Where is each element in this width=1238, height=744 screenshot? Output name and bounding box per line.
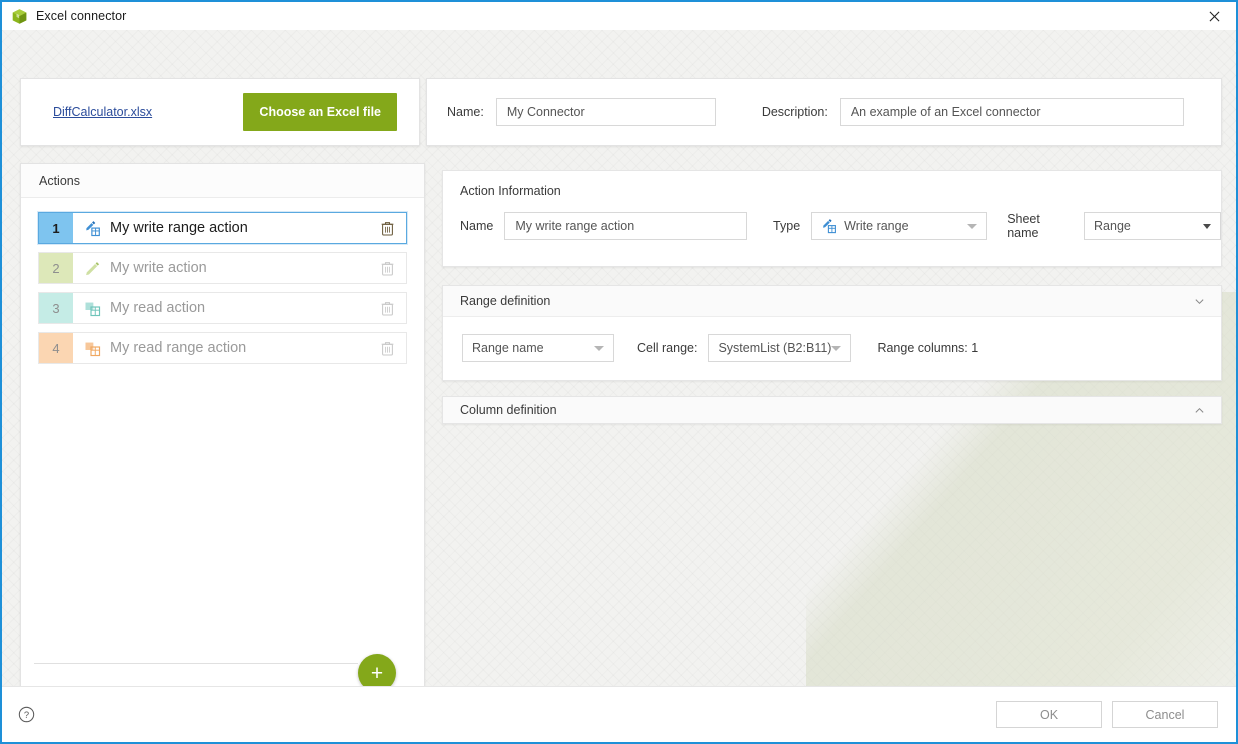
action-information-fields: Name Type Write range Sheet name Range bbox=[460, 212, 1221, 240]
close-glyph bbox=[1209, 11, 1219, 22]
cell-range-label: Cell range: bbox=[637, 341, 698, 355]
chevron-down-icon bbox=[1203, 223, 1211, 229]
cancel-button[interactable]: Cancel bbox=[1112, 701, 1218, 728]
svg-text:?: ? bbox=[24, 710, 29, 721]
action-index-badge: 3 bbox=[39, 293, 73, 323]
delete-icon[interactable] bbox=[381, 261, 394, 276]
cell-range-dropdown[interactable]: SystemList (B2:B11) bbox=[708, 334, 852, 362]
action-list-item[interactable]: 4 My read range action bbox=[38, 332, 407, 364]
range-definition-panel: Range definition Range name Cell range: … bbox=[442, 285, 1222, 381]
action-index-badge: 2 bbox=[39, 253, 73, 283]
actions-list: 1 My write range action 2 My write action 3 M… bbox=[21, 198, 424, 364]
actions-panel-header: Actions bbox=[21, 164, 424, 198]
actions-list-divider bbox=[34, 663, 358, 664]
action-item-label: My read action bbox=[110, 300, 206, 316]
action-item-label: My write action bbox=[110, 260, 207, 276]
sheet-name-label: Sheet name bbox=[1007, 212, 1040, 240]
range-columns-text: Range columns: 1 bbox=[877, 341, 979, 355]
connector-name-input[interactable] bbox=[495, 98, 716, 126]
close-icon[interactable] bbox=[1192, 2, 1236, 31]
action-list-item[interactable]: 2 My write action bbox=[38, 252, 407, 284]
ok-button[interactable]: OK bbox=[996, 701, 1102, 728]
action-name-input[interactable] bbox=[504, 212, 748, 240]
action-type-dropdown[interactable]: Write range bbox=[811, 212, 988, 240]
dialog-footer: ? OK Cancel bbox=[2, 686, 1236, 742]
chevron-down-icon[interactable] bbox=[1194, 296, 1205, 307]
column-definition-title: Column definition bbox=[460, 403, 557, 417]
sheet-name-dropdown[interactable]: Range bbox=[1084, 212, 1221, 240]
action-index-badge: 1 bbox=[39, 213, 73, 243]
choose-excel-file-button[interactable]: Choose an Excel file bbox=[243, 93, 397, 131]
action-list-item[interactable]: 1 My write range action bbox=[38, 212, 407, 244]
write-range-icon bbox=[86, 220, 100, 236]
action-type-value: Write range bbox=[844, 219, 909, 233]
action-information-panel: Action Information Name Type Write range… bbox=[442, 170, 1222, 267]
actions-panel: Actions 1 My write range action 2 My write … bbox=[20, 163, 425, 711]
column-definition-header[interactable]: Column definition bbox=[443, 397, 1221, 423]
excel-cube-icon bbox=[12, 8, 27, 24]
connector-name-label: Name: bbox=[447, 105, 484, 119]
window-title: Excel connector bbox=[36, 9, 127, 23]
range-definition-fields: Range name Cell range: SystemList (B2:B1… bbox=[462, 334, 1221, 362]
connector-meta-card: Name: Description: bbox=[426, 78, 1222, 146]
sheet-name-value: Range bbox=[1094, 219, 1131, 233]
action-item-label: My write range action bbox=[110, 220, 248, 236]
delete-icon[interactable] bbox=[381, 221, 394, 236]
cell-range-value: SystemList (B2:B11) bbox=[718, 341, 832, 355]
read-range-icon bbox=[85, 342, 101, 356]
file-selection-card: DiffCalculator.xlsx Choose an Excel file bbox=[20, 78, 420, 146]
chevron-down-icon bbox=[831, 345, 842, 351]
action-name-label: Name bbox=[460, 219, 494, 233]
chevron-down-icon bbox=[967, 223, 978, 229]
dialog-body: DiffCalculator.xlsx Choose an Excel file… bbox=[2, 30, 1236, 742]
chevron-down-icon bbox=[594, 345, 604, 351]
write-icon bbox=[86, 261, 100, 275]
delete-icon[interactable] bbox=[381, 341, 394, 356]
write-range-icon bbox=[823, 219, 837, 234]
action-list-item[interactable]: 3 My read action bbox=[38, 292, 407, 324]
help-circle-icon[interactable]: ? bbox=[18, 706, 35, 723]
delete-icon[interactable] bbox=[381, 301, 394, 316]
range-mode-dropdown[interactable]: Range name bbox=[462, 334, 614, 362]
chevron-up-icon[interactable] bbox=[1194, 405, 1205, 416]
column-definition-panel: Column definition bbox=[442, 396, 1222, 424]
range-definition-title: Range definition bbox=[460, 294, 551, 308]
window-title-bar: Excel connector bbox=[2, 0, 1236, 30]
action-item-label: My read range action bbox=[110, 340, 247, 356]
action-information-title: Action Information bbox=[460, 184, 561, 198]
range-definition-header[interactable]: Range definition bbox=[443, 286, 1221, 317]
read-icon bbox=[85, 302, 101, 316]
selected-file-link[interactable]: DiffCalculator.xlsx bbox=[53, 105, 152, 119]
range-mode-value: Range name bbox=[472, 341, 544, 355]
connector-description-label: Description: bbox=[761, 105, 828, 119]
action-type-label: Type bbox=[773, 219, 801, 233]
connector-description-input[interactable] bbox=[839, 98, 1184, 126]
action-index-badge: 4 bbox=[39, 333, 73, 363]
